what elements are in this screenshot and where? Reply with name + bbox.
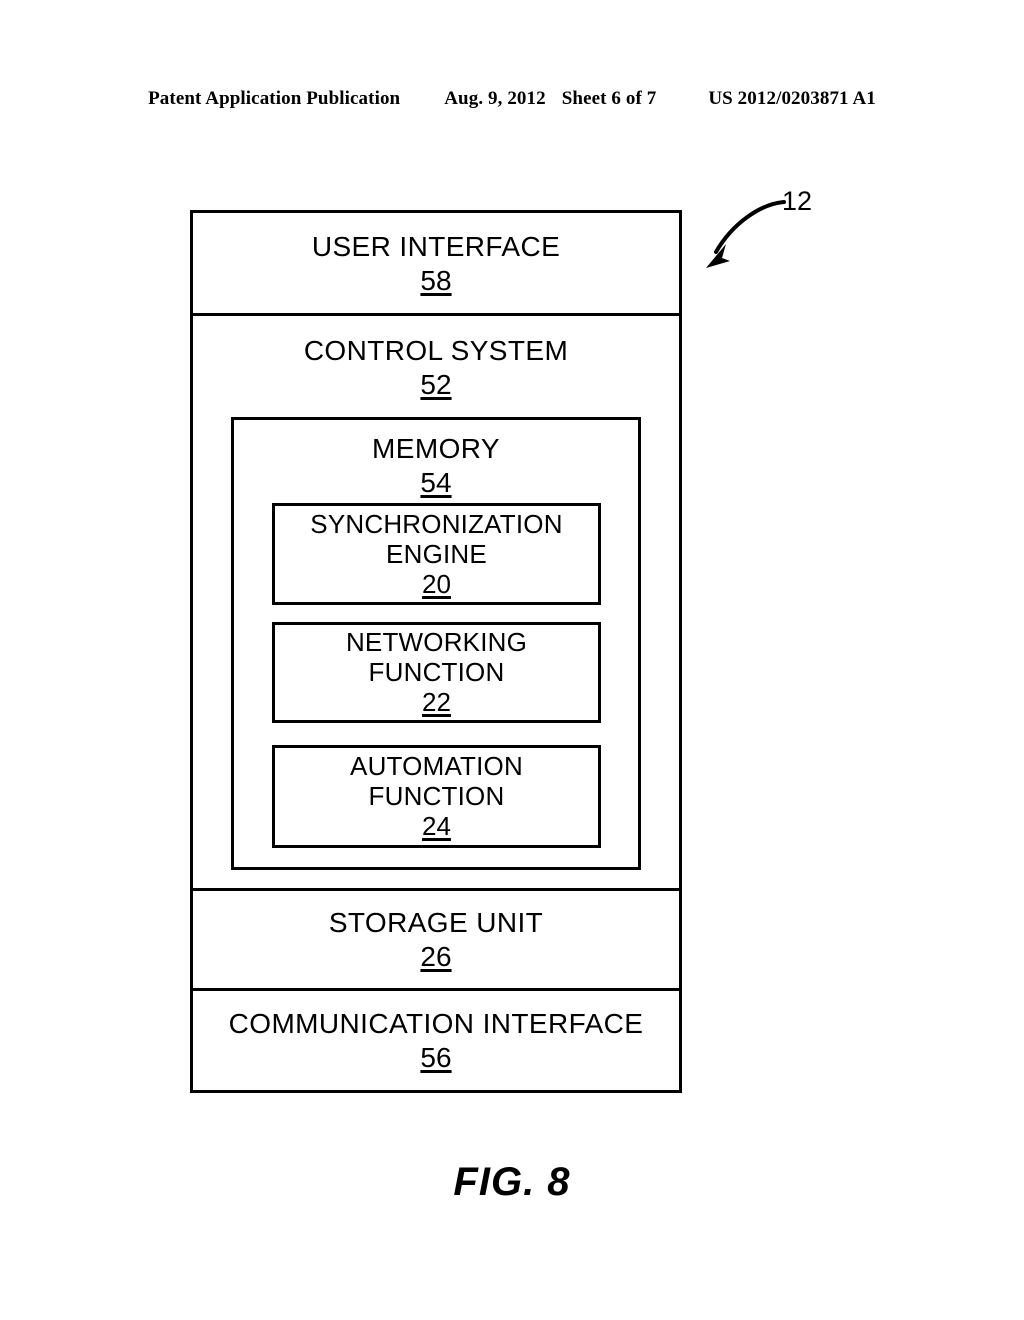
communication-interface-block: COMMUNICATION INTERFACE 56 — [193, 991, 679, 1090]
synchronization-engine-block: SYNCHRONIZATION ENGINE 20 — [272, 503, 601, 605]
storage-unit-title: STORAGE UNIT — [328, 907, 544, 938]
patent-figure: USER INTERFACE 58 CONTROL SYSTEM 52 STOR… — [0, 0, 1024, 1320]
automation-function-title-line1: AUTOMATION — [350, 751, 523, 781]
storage-unit-block: STORAGE UNIT 26 — [193, 891, 679, 991]
user-interface-ref: 58 — [420, 264, 452, 296]
reference-numeral-label: 12 — [782, 186, 813, 216]
storage-unit-ref: 26 — [420, 941, 452, 972]
figure-caption: FIG. 8 — [453, 1160, 571, 1204]
leader-arrow-icon — [706, 200, 786, 268]
synchronization-engine-ref: 20 — [422, 568, 451, 599]
synchronization-engine-title-line2: ENGINE — [386, 538, 487, 569]
networking-function-ref: 22 — [422, 687, 451, 717]
networking-function-block: NETWORKING FUNCTION 22 — [272, 622, 601, 723]
communication-interface-ref: 56 — [420, 1042, 452, 1073]
communication-interface-title: COMMUNICATION INTERFACE — [228, 1008, 644, 1039]
memory-title: MEMORY — [372, 433, 500, 464]
networking-function-title-line2: FUNCTION — [368, 657, 505, 687]
reference-callout-12: 12 — [696, 186, 836, 281]
networking-function-title-line1: NETWORKING — [345, 627, 528, 657]
control-system-ref: 52 — [420, 369, 452, 400]
automation-function-ref: 24 — [422, 811, 451, 841]
user-interface-title: USER INTERFACE — [311, 230, 561, 262]
memory-ref: 54 — [420, 467, 452, 498]
automation-function-block: AUTOMATION FUNCTION 24 — [272, 745, 601, 848]
user-interface-block: USER INTERFACE 58 — [193, 213, 679, 316]
control-system-title: CONTROL SYSTEM — [303, 335, 569, 366]
synchronization-engine-title-line1: SYNCHRONIZATION — [310, 508, 563, 539]
automation-function-title-line2: FUNCTION — [368, 781, 505, 811]
memory-function-list: SYNCHRONIZATION ENGINE 20 NETWORKING FUN… — [272, 503, 601, 848]
